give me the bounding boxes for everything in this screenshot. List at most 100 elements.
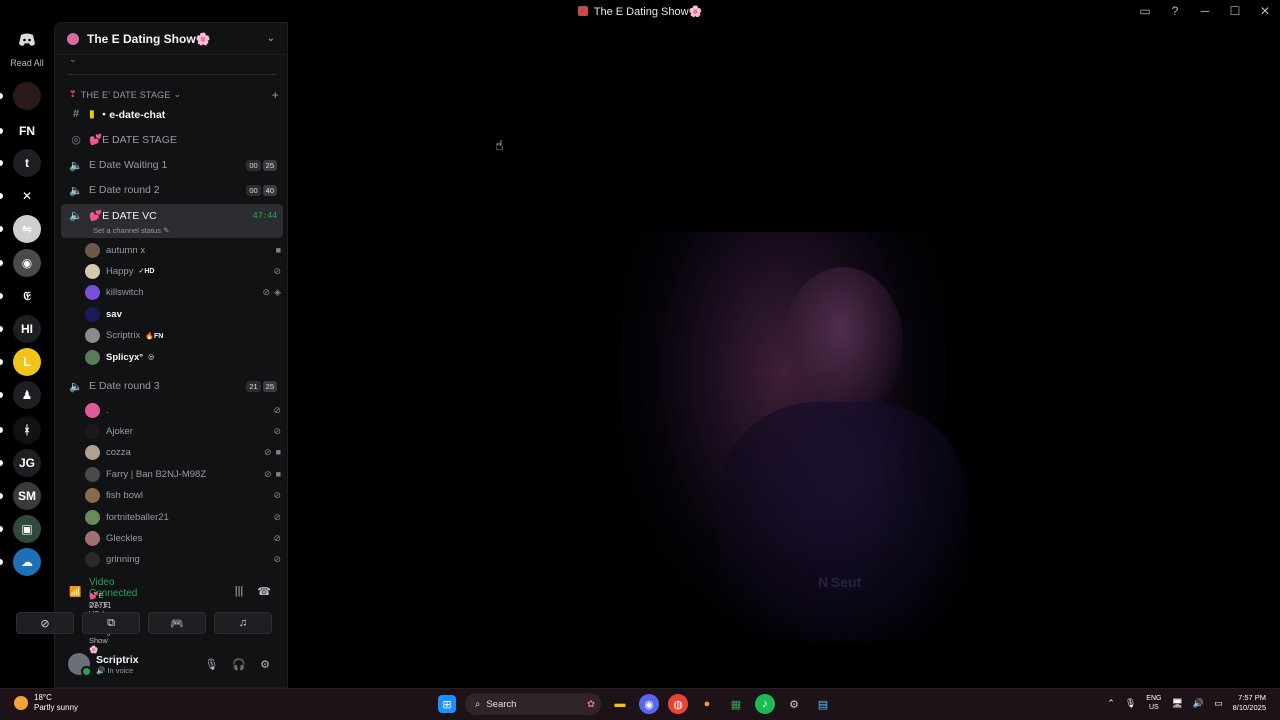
unread-pip bbox=[0, 260, 3, 266]
search-highlight-icon: ✿ bbox=[587, 698, 595, 710]
server-icon[interactable] bbox=[13, 82, 41, 110]
file-explorer-icon[interactable]: ▬ bbox=[610, 694, 630, 714]
voice-member[interactable]: Happy ✓HD ⊘ bbox=[85, 262, 281, 280]
server-icon[interactable]: ✕ bbox=[13, 182, 41, 210]
voice-member[interactable]: Scriptrix 🔥FN bbox=[85, 327, 281, 345]
voice-member[interactable]: fortniteballer21 ⊘ bbox=[85, 508, 281, 526]
voice-member[interactable]: Gleckles ⊘ bbox=[85, 529, 281, 547]
microphone-icon[interactable]: 🎙 bbox=[204, 658, 218, 671]
read-all-button[interactable]: Read All bbox=[0, 58, 54, 68]
minimize-icon[interactable]: ─ bbox=[1190, 0, 1220, 22]
language-indicator[interactable]: ENG US bbox=[1146, 694, 1161, 712]
close-icon[interactable]: ✕ bbox=[1250, 0, 1280, 22]
server-icon[interactable]: ◉ bbox=[13, 249, 41, 277]
window-title-text: The E Dating Show🌸 bbox=[593, 5, 703, 18]
screen-share-button[interactable]: ⧉ bbox=[82, 612, 140, 634]
maximize-icon[interactable]: ☐ bbox=[1220, 0, 1250, 22]
chrome-icon[interactable]: ◍ bbox=[668, 694, 688, 714]
channel-name: E Date Waiting 1 bbox=[89, 159, 168, 171]
battery-icon[interactable]: ▭ bbox=[1214, 698, 1223, 709]
chevron-down-icon[interactable]: ⌄ bbox=[69, 54, 77, 65]
voice-member[interactable]: grinning ⊘ bbox=[85, 551, 281, 569]
hand-cursor-icon: ☝ bbox=[495, 137, 504, 153]
server-icon[interactable]: ▣ bbox=[13, 515, 41, 543]
voice-member[interactable]: Splicyx° ◎ bbox=[85, 348, 281, 366]
chevron-up-icon[interactable]: ⌃ bbox=[1107, 698, 1115, 709]
server-icon[interactable]: t bbox=[13, 149, 41, 177]
server-icon[interactable]: L bbox=[13, 348, 41, 376]
category-header[interactable]: ❣ THE E' DATE STAGE ⌄ + bbox=[69, 88, 279, 102]
server-icon[interactable]: ⇋ bbox=[13, 215, 41, 243]
app-grid-icon[interactable]: ▦ bbox=[726, 694, 746, 714]
channel-status-prompt[interactable]: Set a channel status ✎ bbox=[93, 226, 169, 235]
avatar bbox=[85, 402, 100, 418]
channel-e-date-waiting-1[interactable]: 🔈 E Date Waiting 1 00 25 bbox=[61, 154, 283, 176]
noise-suppression-icon[interactable]: ||| bbox=[235, 585, 244, 598]
channel-e-date-chat[interactable]: # ▮ ・e-date-chat bbox=[61, 103, 283, 125]
server-icon[interactable]: HI bbox=[13, 315, 41, 343]
microphone-icon[interactable]: 🎙 bbox=[1125, 698, 1136, 709]
server-icon[interactable]: ᚼ bbox=[13, 416, 41, 444]
pencil-icon: ✎ bbox=[163, 226, 170, 235]
camera-icon: ■ bbox=[275, 245, 281, 255]
voice-member[interactable]: sav bbox=[85, 305, 281, 323]
channel-e-date-round-2[interactable]: 🔈 E Date round 2 00 40 bbox=[61, 179, 283, 201]
spotify-icon[interactable]: ♪ bbox=[755, 694, 775, 714]
user-status-text: In voice bbox=[107, 665, 134, 675]
channel-e-date-vc[interactable]: 🔈 💕E DATE VC Set a channel status ✎ 47:4… bbox=[61, 204, 283, 238]
server-icon[interactable]: SM bbox=[13, 482, 41, 510]
video-stage[interactable]: N Seut ☝ bbox=[288, 22, 1280, 688]
avatar[interactable] bbox=[68, 653, 92, 677]
windows-start-icon[interactable]: ⊞ bbox=[438, 695, 456, 713]
discord-home-icon[interactable] bbox=[13, 26, 41, 54]
user-name[interactable]: Scriptrix bbox=[96, 654, 139, 666]
gear-icon[interactable]: ⚙ bbox=[260, 658, 270, 671]
notepad-icon[interactable]: ▤ bbox=[813, 694, 833, 714]
add-channel-icon[interactable]: + bbox=[272, 88, 279, 102]
member-name: grinning bbox=[106, 554, 140, 566]
muted-icon: ⊘ bbox=[262, 287, 271, 298]
avatar bbox=[85, 445, 100, 461]
voice-member[interactable]: Ajoker ⊘ bbox=[85, 422, 281, 440]
voice-member[interactable]: autumn x ■ bbox=[85, 241, 281, 259]
channel-e-date-stage[interactable]: ◎ 💕E DATE STAGE bbox=[61, 128, 283, 150]
voice-member[interactable]: killswitch ⊘ ◈ bbox=[85, 284, 281, 302]
speaker-icon: 🔈 bbox=[69, 380, 83, 393]
discord-icon[interactable]: ◉ bbox=[639, 694, 659, 714]
member-name: killswitch bbox=[106, 287, 144, 299]
clock[interactable]: 7:57 PM 8/10/2025 bbox=[1233, 693, 1266, 713]
steam-icon[interactable]: ⚙ bbox=[784, 694, 804, 714]
soundboard-button[interactable]: ♫ bbox=[214, 612, 272, 634]
user-controls: 🎙 🎧 ⚙ bbox=[204, 658, 270, 671]
help-icon[interactable]: ? bbox=[1160, 0, 1190, 22]
server-icon[interactable]: 𝔈 bbox=[13, 282, 41, 310]
taskbar-search[interactable]: ⌕ Search ✿ bbox=[465, 693, 601, 715]
network-icon[interactable]: 🖥 bbox=[1171, 698, 1182, 709]
signal-icon[interactable]: 📶 bbox=[69, 587, 81, 598]
channel-e-date-round-3[interactable]: 🔈 E Date round 3 21 25 bbox=[61, 375, 283, 397]
activities-button[interactable]: 🎮 bbox=[148, 612, 206, 634]
disconnect-icon[interactable]: ☎ bbox=[257, 585, 271, 598]
server-icon[interactable]: FN bbox=[13, 117, 41, 145]
voice-member[interactable]: fish bowl ⊘ bbox=[85, 487, 281, 505]
voice-member[interactable]: cozza ⊘ ■ bbox=[85, 444, 281, 462]
camera-off-button[interactable]: ⊘ bbox=[16, 612, 74, 634]
server-icon[interactable]: ☁ bbox=[13, 548, 41, 576]
voice-action-buttons: ⊘ ⧉ 🎮 ♫ bbox=[16, 612, 272, 634]
volume-icon[interactable]: 🔊 bbox=[1193, 698, 1204, 709]
headphones-icon[interactable]: 🎧 bbox=[232, 658, 246, 671]
weather-widget[interactable]: 18°C Partly sunny bbox=[14, 693, 78, 713]
member-name: fortniteballer21 bbox=[106, 511, 169, 523]
voice-indicator-icon: 🔊 bbox=[96, 665, 106, 675]
camera-icon: ■ bbox=[275, 468, 281, 479]
unread-pip bbox=[0, 427, 3, 433]
voice-member[interactable]: . ⊘ bbox=[85, 401, 281, 419]
app-icon[interactable]: ● bbox=[697, 694, 717, 714]
member-name: Gleckles bbox=[106, 532, 143, 544]
guild-header[interactable]: The E Dating Show🌸 ⌄ bbox=[55, 23, 287, 55]
voice-member[interactable]: Farry | Ban B2NJ-M98Z ⊘ ■ bbox=[85, 465, 281, 483]
server-rail: Read All FN t ✕ ⇋ ◉ 𝔈 HI L ♟ ᚼ JG SM ▣ ☁ bbox=[0, 22, 54, 688]
server-icon[interactable]: JG bbox=[13, 449, 41, 477]
inbox-icon[interactable]: ▭ bbox=[1130, 0, 1160, 22]
server-icon[interactable]: ♟ bbox=[13, 381, 41, 409]
